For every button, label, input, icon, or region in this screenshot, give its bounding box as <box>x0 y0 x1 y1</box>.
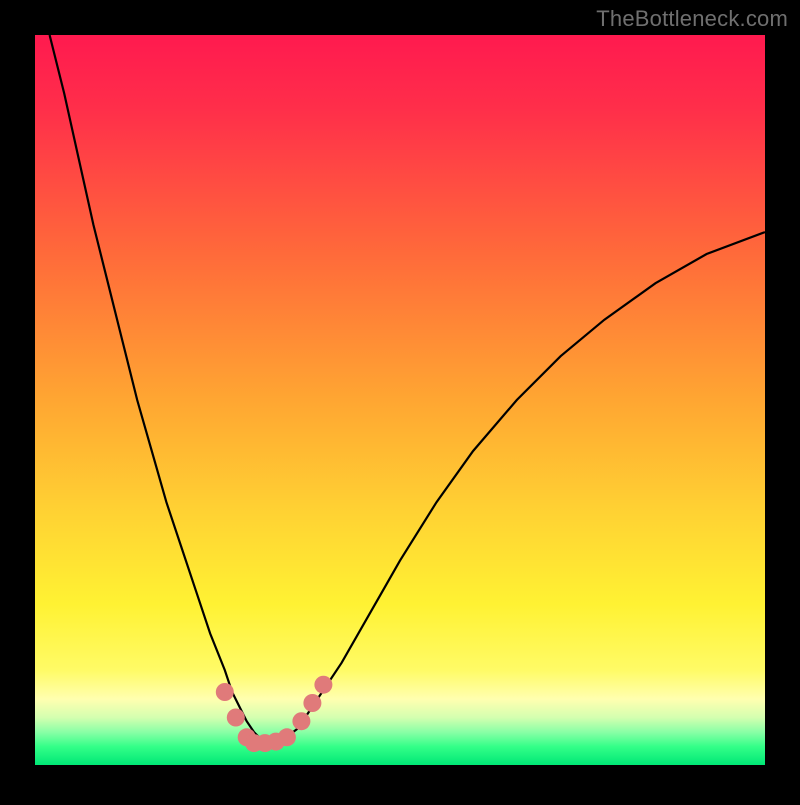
plot-background-gradient <box>35 35 765 765</box>
highlight-dot <box>292 712 310 730</box>
highlight-dot <box>314 676 332 694</box>
bottleneck-chart <box>0 0 800 800</box>
highlight-dot <box>227 709 245 727</box>
highlight-dot <box>278 728 296 746</box>
chart-frame <box>0 0 800 800</box>
highlight-dot <box>216 683 234 701</box>
highlight-dot <box>303 694 321 712</box>
watermark-text: TheBottleneck.com <box>596 6 788 32</box>
